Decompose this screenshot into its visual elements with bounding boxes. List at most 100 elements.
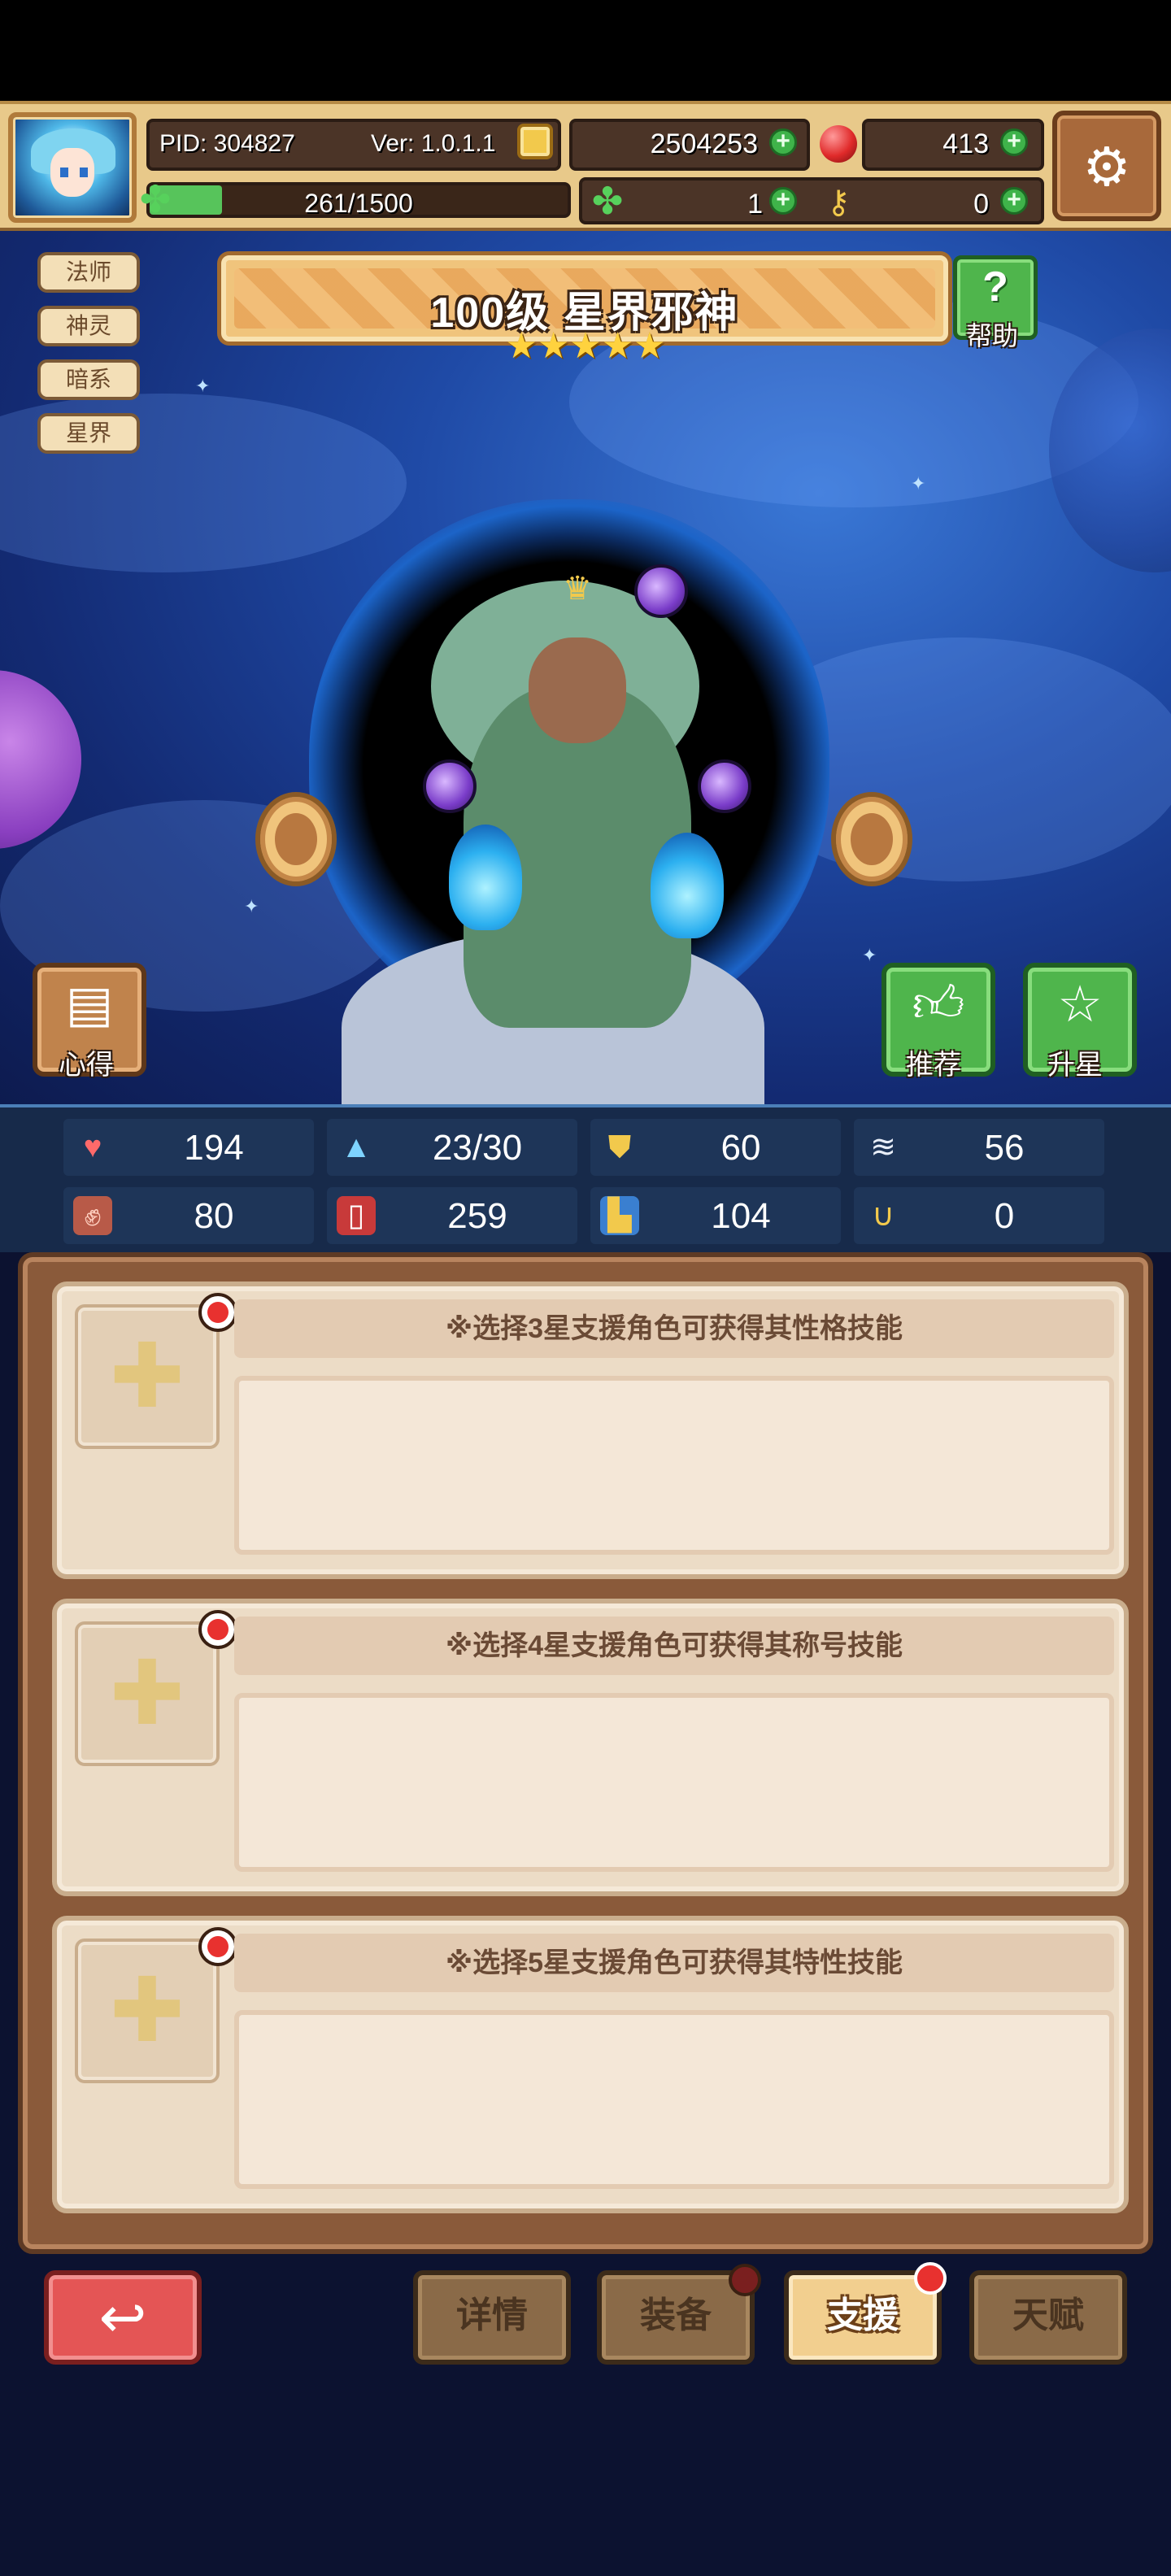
boot-icon: ▙ <box>600 1196 639 1235</box>
gold-amount: 2504253 <box>650 128 758 159</box>
add-key-button[interactable]: + <box>1000 187 1028 215</box>
key-amount: 0 <box>973 189 989 220</box>
stat-value: 194 <box>184 1128 244 1168</box>
clover-icon: ✤ <box>591 180 624 222</box>
tag-origin: 星界 <box>37 413 140 454</box>
thumbs-up-icon: 👍︎ <box>912 977 965 1033</box>
plus-icon: ✚ <box>109 1643 185 1743</box>
notification-dot <box>198 1927 237 1966</box>
blue-flame <box>651 833 724 938</box>
tab-notification-dot <box>729 2264 761 2296</box>
back-button[interactable]: ↩ <box>44 2270 202 2365</box>
character-crown: ♛ <box>563 571 592 607</box>
stat-value: 23/30 <box>432 1128 523 1168</box>
gold-coin-icon <box>517 124 553 159</box>
plus-icon: ✚ <box>109 1326 185 1426</box>
purple-planet <box>0 670 81 849</box>
recommend-label: 推荐 <box>906 1050 961 1081</box>
add-support-button[interactable]: ✚ <box>75 1621 220 1766</box>
stat-evasion: ≋ 56 <box>854 1119 1104 1176</box>
game-version: Ver: 1.0.1.1 <box>371 130 496 157</box>
add-support-button[interactable]: ✚ <box>75 1939 220 2083</box>
scroll-icon: ▤ <box>65 977 114 1033</box>
blue-flame <box>449 825 522 930</box>
exp-bar: 261/1500 <box>146 182 571 218</box>
player-avatar[interactable] <box>8 112 137 223</box>
star-icon: ★ <box>569 326 602 366</box>
notes-label: 心得 <box>59 1050 114 1081</box>
support-slot-5star: ✚ ※选择5星支援角色可获得其特性技能 <box>52 1916 1129 2213</box>
star-up-icon: ☆ <box>1057 977 1103 1033</box>
key-icon: ⚷ <box>826 185 851 220</box>
bottom-nav: ↩ 详情 装备 支援 天赋 <box>0 2254 1171 2576</box>
stat-value: 56 <box>984 1128 1025 1168</box>
stat-attack: ✊︎ 80 <box>63 1187 314 1244</box>
help-label: 帮助 <box>966 321 1019 350</box>
star-icon: ★ <box>505 326 538 366</box>
settings-button[interactable]: ⚙ <box>1052 111 1161 221</box>
plus-icon: ✚ <box>109 1960 185 2060</box>
stats-panel: ♥ 194 ▲ 23/30 ⛊ 60 ≋ 56 ✊︎ 80 ▯ 259 ▙ 10… <box>0 1104 1171 1252</box>
star-icon: ★ <box>537 326 570 366</box>
tag-race: 神灵 <box>37 306 140 346</box>
stat-mana: ▲ 23/30 <box>327 1119 577 1176</box>
stat-value: 60 <box>720 1128 761 1168</box>
tab-details[interactable]: 详情 <box>413 2270 571 2365</box>
stat-speed: ▙ 104 <box>590 1187 841 1244</box>
add-gold-button[interactable]: + <box>769 128 797 156</box>
magnet-icon: ∪ <box>872 1199 895 1233</box>
slot-hint: ※选择4星支援角色可获得其称号技能 <box>234 1617 1114 1675</box>
orb-icon <box>698 759 751 813</box>
water-drop-icon: ▲ <box>341 1130 372 1164</box>
support-panel: ✚ ※选择3星支援角色可获得其性格技能 ✚ ※选择4星支援角色可获得其称号技能 … <box>18 1252 1153 2254</box>
skill-box <box>234 1376 1114 1555</box>
star-rating: ★★★★★ <box>504 327 667 366</box>
star-icon: ★ <box>633 326 666 366</box>
gear-icon: ⚙ <box>1082 137 1131 197</box>
player-id: PID: 304827 <box>159 130 295 157</box>
heart-icon: ♥ <box>83 1130 102 1164</box>
stat-value: 104 <box>711 1196 771 1236</box>
top-resource-bar: PID: 304827 Ver: 1.0.1.1 2504253 + 413 +… <box>0 101 1171 231</box>
fist-icon: ✊︎ <box>73 1196 112 1235</box>
back-arrow-icon: ↩ <box>98 2286 147 2349</box>
star-up-label: 升星 <box>1047 1050 1103 1081</box>
support-slot-3star: ✚ ※选择3星支援角色可获得其性格技能 <box>52 1281 1129 1579</box>
red-gem-icon <box>820 125 857 163</box>
tab-talent[interactable]: 天赋 <box>969 2270 1127 2365</box>
stat-value: 80 <box>194 1196 234 1236</box>
stat-magic: ▯ 259 <box>327 1187 577 1244</box>
tag-element: 暗系 <box>37 359 140 400</box>
slot-hint: ※选择5星支援角色可获得其特性技能 <box>234 1934 1114 1992</box>
stat-hp: ♥ 194 <box>63 1119 314 1176</box>
add-support-button[interactable]: ✚ <box>75 1304 220 1449</box>
book-icon: ▯ <box>337 1196 376 1235</box>
star-icon: ★ <box>601 326 634 366</box>
prev-character-button[interactable] <box>255 792 337 886</box>
gem-amount: 413 <box>942 128 989 159</box>
support-slot-4star: ✚ ※选择4星支援角色可获得其称号技能 <box>52 1599 1129 1896</box>
orb-icon <box>634 564 688 618</box>
wing-icon: ≋ <box>870 1130 896 1164</box>
shield-icon: ⛊ <box>607 1130 632 1164</box>
exp-text: 261/1500 <box>304 189 413 218</box>
slot-hint: ※选择3星支援角色可获得其性格技能 <box>234 1299 1114 1358</box>
question-icon: ? <box>982 263 1008 311</box>
next-character-button[interactable] <box>831 792 912 886</box>
stamina-clover-icon: ✤ <box>139 178 172 220</box>
stat-defense: ⛊ 60 <box>590 1119 841 1176</box>
notification-dot <box>198 1293 237 1332</box>
tab-notification-dot <box>914 2262 947 2295</box>
skill-box <box>234 1693 1114 1872</box>
status-bar-area <box>0 0 1171 101</box>
stat-luck: ∪ 0 <box>854 1187 1104 1244</box>
add-gem-button[interactable]: + <box>1000 128 1028 156</box>
orb-icon <box>423 759 477 813</box>
character-face <box>529 637 626 743</box>
skill-box <box>234 2010 1114 2189</box>
add-clover-button[interactable]: + <box>769 187 797 215</box>
character-scene: ✦ ✦ ✦ ✦ ✦ 法师 神灵 暗系 星界 100级 星界邪神 ★★★★★ ? … <box>0 231 1171 1104</box>
notification-dot <box>198 1610 237 1649</box>
stat-value: 0 <box>994 1196 1015 1236</box>
tag-class: 法师 <box>37 252 140 293</box>
